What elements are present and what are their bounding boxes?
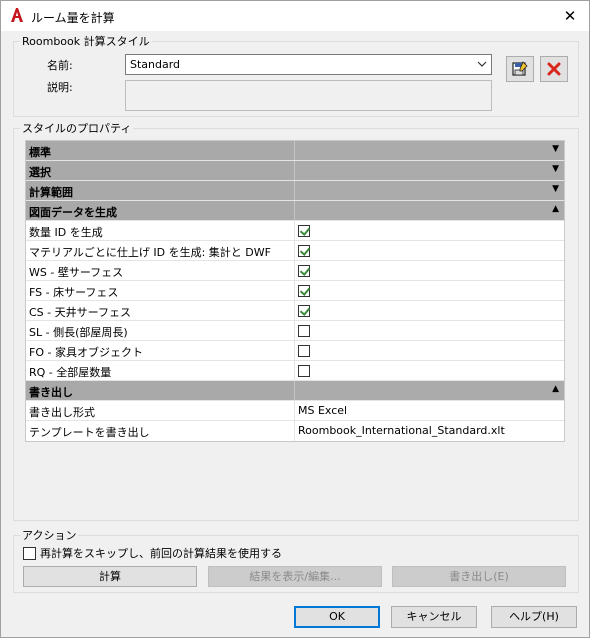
style-group-legend: Roombook 計算スタイル [20,35,152,48]
properties-group-legend: スタイルのプロパティ [20,122,134,135]
row-label: WS - 壁サーフェス [26,261,295,280]
expand-down-icon: ▼ [552,184,559,194]
category-calc-range[interactable]: 計算範囲 ▼ [26,181,564,201]
grid-row-rq: RQ - 全部屋数量 [26,361,564,381]
save-style-button[interactable] [506,56,534,82]
collapse-up-icon: ▲ [552,204,559,214]
export-template-value[interactable]: Roombook_International_Standard.xlt [295,421,564,441]
quantity-id-checkbox[interactable] [298,225,310,237]
skip-recalc-option[interactable]: 再計算をスキップし、前回の計算結果を使用する [23,545,282,561]
property-grid: 標準 ▼ 選択 ▼ 計算範囲 ▼ 図面データを生成 ▲ 数量 ID を生成 マテ… [25,140,565,442]
calculate-button[interactable]: 計算 [23,566,197,587]
fs-checkbox[interactable] [298,285,310,297]
grid-row-fo: FO - 家具オブジェクト [26,341,564,361]
name-label: 名前: [47,59,73,72]
category-label: 選択 [26,161,295,180]
category-generate[interactable]: 図面データを生成 ▲ [26,201,564,221]
rq-checkbox[interactable] [298,365,310,377]
category-export[interactable]: 書き出し ▲ [26,381,564,401]
skip-recalc-checkbox[interactable] [23,546,36,560]
floppy-edit-icon [512,61,528,76]
delete-style-button[interactable] [540,56,568,82]
chevron-down-icon [477,57,487,74]
grid-row-fs: FS - 床サーフェス [26,281,564,301]
grid-row-quantity-id: 数量 ID を生成 [26,221,564,241]
close-window-button[interactable]: ✕ [555,1,585,31]
window-title: ルーム量を計算 [31,11,115,25]
category-label: 計算範囲 [26,181,295,200]
expand-down-icon: ▼ [552,164,559,174]
grid-row-export-format[interactable]: 書き出し形式 MS Excel [26,401,564,421]
show-edit-results-button[interactable]: 結果を表示/編集... [208,566,382,587]
autocad-app-icon [9,7,25,23]
row-label: マテリアルごとに仕上げ ID を生成: 集計と DWF [26,241,295,260]
actions-group-legend: アクション [20,529,79,542]
grid-row-export-template[interactable]: テンプレートを書き出し Roombook_International_Stand… [26,421,564,441]
style-name-select[interactable]: Standard [125,54,492,75]
row-label: 数量 ID を生成 [26,221,295,240]
row-label: 書き出し形式 [26,401,295,420]
fo-checkbox[interactable] [298,345,310,357]
title-bar: ルーム量を計算 ✕ [1,1,589,31]
cancel-button[interactable]: キャンセル [391,606,477,628]
row-label: SL - 側長(部屋周長) [26,321,295,340]
category-label: 標準 [26,141,295,160]
row-label: RQ - 全部屋数量 [26,361,295,380]
category-selection[interactable]: 選択 ▼ [26,161,564,181]
description-field[interactable] [125,80,492,111]
grid-row-cs: CS - 天井サーフェス [26,301,564,321]
export-button[interactable]: 書き出し(E) [392,566,566,587]
dialog-window: ルーム量を計算 ✕ Roombook 計算スタイル 名前: Standard 説… [0,0,590,638]
expand-down-icon: ▼ [552,144,559,154]
ok-button[interactable]: OK [294,606,380,628]
collapse-up-icon: ▲ [552,384,559,394]
skip-recalc-label: 再計算をスキップし、前回の計算結果を使用する [40,547,282,560]
export-format-value[interactable]: MS Excel [295,401,564,420]
finish-id-checkbox[interactable] [298,245,310,257]
category-label: 書き出し [26,381,295,400]
category-standard[interactable]: 標準 ▼ [26,141,564,161]
row-label: CS - 天井サーフェス [26,301,295,320]
grid-row-finish-id: マテリアルごとに仕上げ ID を生成: 集計と DWF [26,241,564,261]
category-label: 図面データを生成 [26,201,295,220]
help-button[interactable]: ヘルプ(H) [491,606,577,628]
delete-x-icon [547,62,561,76]
cs-checkbox[interactable] [298,305,310,317]
grid-row-sl: SL - 側長(部屋周長) [26,321,564,341]
row-label: FO - 家具オブジェクト [26,341,295,360]
description-label: 説明: [47,81,73,94]
row-label: テンプレートを書き出し [26,421,295,441]
sl-checkbox[interactable] [298,325,310,337]
row-label: FS - 床サーフェス [26,281,295,300]
ws-checkbox[interactable] [298,265,310,277]
style-name-value: Standard [130,58,181,71]
grid-row-ws: WS - 壁サーフェス [26,261,564,281]
